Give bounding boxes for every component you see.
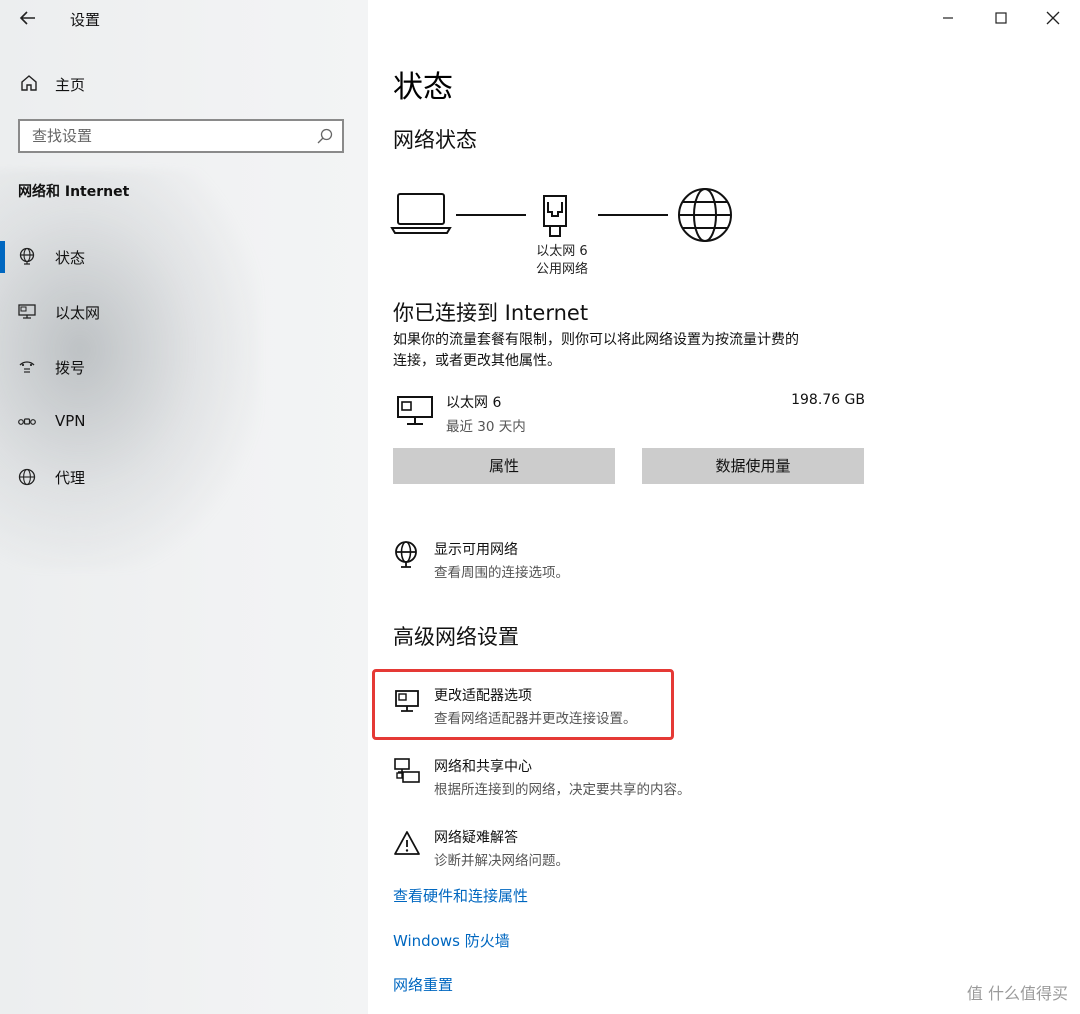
troubleshoot-warning-icon[interactable]	[393, 829, 421, 857]
sidebar-item-ethernet[interactable]: 以太网	[0, 292, 368, 332]
sidebar-item-dialup[interactable]: 拨号	[0, 347, 368, 387]
hardware-properties-link[interactable]: 查看硬件和连接属性	[393, 885, 528, 906]
network-diagram	[390, 182, 740, 252]
sharing-center-link[interactable]: 网络和共享中心	[434, 756, 532, 776]
sidebar-section-title: 网络和 Internet	[18, 184, 130, 200]
show-networks-globe-icon[interactable]	[393, 540, 421, 570]
app-title: 设置	[70, 11, 101, 29]
status-globe-icon	[17, 247, 37, 267]
network-reset-link[interactable]: 网络重置	[393, 974, 453, 995]
adapter-name: 以太网 6	[446, 395, 502, 411]
dialup-icon	[17, 357, 37, 377]
sidebar-home-link[interactable]: 主页	[55, 74, 85, 95]
sidebar-item-label: 代理	[55, 469, 86, 487]
troubleshoot-link[interactable]: 网络疑难解答	[434, 827, 518, 847]
sidebar-item-vpn[interactable]: VPN	[0, 402, 368, 442]
laptop-icon	[390, 193, 452, 234]
active-indicator	[0, 241, 5, 273]
minimize-button[interactable]	[925, 4, 971, 32]
sidebar-item-label: 拨号	[55, 359, 86, 377]
connected-description-line2: 连接，或者更改其他属性。	[393, 353, 561, 369]
maximize-button[interactable]	[978, 4, 1024, 32]
sidebar-item-label: VPN	[55, 412, 86, 430]
page-title: 状态	[393, 70, 453, 105]
diagram-network-type: 公用网络	[535, 262, 588, 277]
back-arrow-icon[interactable]	[18, 8, 38, 28]
adapter-period: 最近 30 天内	[446, 419, 526, 435]
connected-heading: 你已连接到 Internet	[393, 301, 589, 325]
sidebar: 设置 主页 网络和 Internet 状态 以太网 拨号 VPN	[0, 0, 368, 1014]
adapter-data-usage: 198.76 GB	[791, 392, 865, 408]
ethernet-icon	[17, 302, 37, 322]
proxy-globe-icon	[17, 467, 37, 487]
sharing-center-subtitle: 根据所连接到的网络，决定要共享的内容。	[434, 782, 691, 798]
properties-button[interactable]: 属性	[393, 448, 615, 484]
vpn-icon	[17, 412, 37, 432]
connected-description-line1: 如果你的流量套餐有限制，则你可以将此网络设置为按流量计费的	[393, 332, 799, 348]
show-networks-link[interactable]: 显示可用网络	[434, 539, 518, 559]
search-input[interactable]	[20, 121, 312, 151]
advanced-heading: 高级网络设置	[393, 625, 519, 649]
troubleshoot-subtitle: 诊断并解决网络问题。	[434, 853, 569, 869]
windows-firewall-link[interactable]: Windows 防火墙	[393, 930, 510, 951]
ethernet-adapter-icon	[395, 394, 435, 430]
data-usage-button[interactable]: 数据使用量	[642, 448, 864, 484]
search-box	[18, 119, 344, 153]
ethernet-port-icon	[543, 195, 567, 237]
watermark: 值 什么值得买	[966, 984, 1068, 1003]
diagram-adapter-name: 以太网 6	[536, 244, 588, 259]
network-status-heading: 网络状态	[393, 128, 477, 152]
home-icon[interactable]	[19, 73, 39, 93]
sharing-center-icon[interactable]	[393, 757, 423, 787]
sidebar-item-status[interactable]: 状态	[0, 237, 368, 277]
sidebar-item-label: 状态	[55, 249, 86, 267]
internet-globe-icon	[678, 188, 732, 242]
annotation-highlight-box	[372, 669, 674, 740]
sidebar-item-label: 以太网	[55, 304, 101, 322]
show-networks-subtitle: 查看周围的连接选项。	[434, 565, 569, 581]
search-icon[interactable]	[316, 127, 334, 145]
close-button[interactable]	[1030, 4, 1076, 32]
sidebar-item-proxy[interactable]: 代理	[0, 457, 368, 497]
